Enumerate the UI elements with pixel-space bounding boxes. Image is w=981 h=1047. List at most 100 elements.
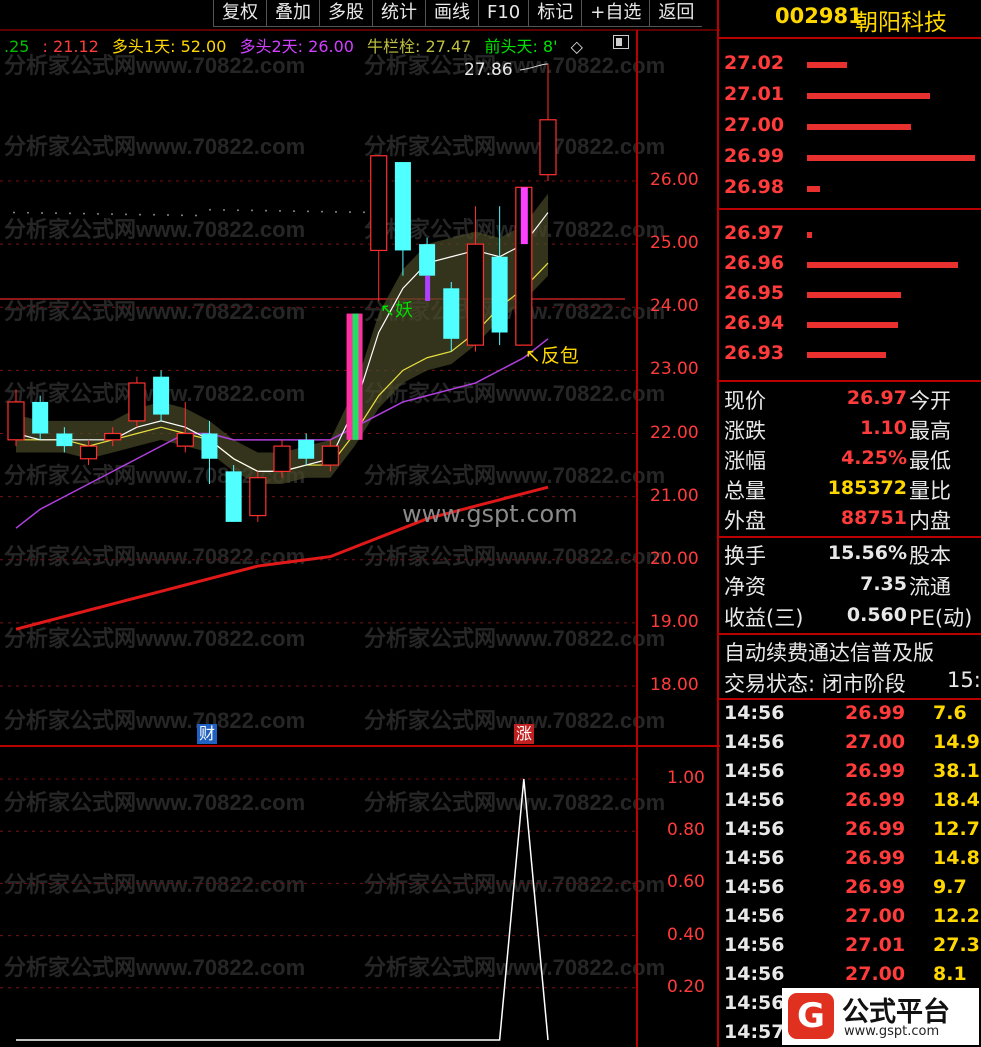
tick-time: 14:56 [724, 876, 785, 898]
dot [125, 213, 127, 216]
panel-toggle-icon[interactable] [613, 35, 629, 49]
dot [69, 212, 71, 215]
sub-tick: 1.00 [667, 768, 705, 788]
dot [279, 209, 281, 212]
watermark: 分析家公式网www.70822.com [4, 872, 305, 897]
candle-body [79, 445, 98, 460]
candle-body [394, 162, 411, 251]
bid-price: 26.97 [724, 222, 785, 244]
bid-volume-bar [807, 292, 902, 298]
dot [97, 212, 99, 215]
tick-vol: 8.1 [933, 963, 967, 985]
bid-price: 26.96 [724, 252, 785, 274]
stat-label: 涨跌 [724, 419, 766, 443]
watermark: 分析家公式网www.70822.com [364, 134, 665, 159]
price-tick: 23.00 [650, 359, 699, 380]
bid-volume-bar [807, 352, 886, 358]
center-watermark: www.gspt.com [402, 500, 578, 528]
candle-body [128, 382, 146, 422]
dot [251, 209, 253, 212]
candle-body [7, 401, 25, 441]
watermark: 分析家公式网www.70822.com [4, 790, 305, 815]
dot [111, 213, 113, 216]
watermark: 分析家公式网www.70822.com [364, 544, 665, 569]
price-tick: 22.00 [650, 422, 699, 443]
dot [237, 209, 239, 212]
stat-value: 7.35 [860, 573, 907, 595]
signal-line [16, 778, 549, 1041]
stat-value: 0.560 [846, 604, 907, 626]
dot [321, 210, 323, 213]
ind-d: 多头2天: 26.00 [239, 37, 354, 56]
ask-volume-bar [807, 93, 930, 99]
toolbar-btn-2[interactable]: 多股 [319, 0, 372, 27]
candle-body [153, 376, 170, 415]
candle-body [466, 243, 485, 346]
toolbar-btn-6[interactable]: 标记 [528, 0, 582, 27]
ask-volume-bar [807, 186, 821, 192]
price-tick: 19.00 [650, 611, 699, 632]
sub-tick: 0.80 [667, 820, 705, 841]
candle-body-inner [352, 313, 359, 440]
dot [153, 213, 155, 216]
toolbar-btn-4[interactable]: 画线 [425, 0, 478, 27]
dot [139, 213, 141, 216]
watermark: 分析家公式网www.70822.com [364, 790, 665, 815]
logo-g-icon: G [788, 993, 834, 1039]
stat-value: 4.25% [841, 447, 907, 469]
dot [55, 212, 57, 215]
tick-price: 27.00 [845, 963, 906, 985]
gspt-logo: G 公式平台 www.gspt.com [782, 988, 979, 1045]
candle-body [539, 119, 557, 176]
dot [167, 214, 169, 217]
dot [349, 211, 351, 214]
tick-price: 26.99 [845, 760, 906, 782]
bid-volume-bar [807, 322, 898, 328]
dot [293, 210, 295, 213]
watermark: 分析家公式网www.70822.com [4, 299, 305, 324]
tick-time: 14:56 [724, 789, 785, 811]
tick-price: 26.99 [845, 789, 906, 811]
ask-volume-bar [807, 62, 848, 68]
toolbar-btn-1[interactable]: 叠加 [266, 0, 319, 27]
stat-label: 现价 [724, 389, 766, 413]
tick-price: 27.01 [845, 934, 906, 956]
stat-value: 88751 [840, 507, 907, 529]
tick-price: 26.99 [845, 876, 906, 898]
price-tick: 21.00 [650, 485, 699, 506]
candle-body [370, 155, 388, 252]
ask-volume-bar [807, 124, 912, 130]
tick-vol: 18.4 [933, 789, 980, 811]
toolbar-btn-3[interactable]: 统计 [372, 0, 425, 27]
tick-price: 26.99 [845, 818, 906, 840]
tick-vol: 14.8 [933, 847, 980, 869]
accent-bar [520, 187, 528, 245]
marker-cai[interactable]: 财 [197, 724, 218, 744]
tick-vol: 38.1 [933, 760, 980, 782]
ask-price: 26.99 [724, 145, 785, 167]
price-tick: 26.00 [650, 170, 699, 190]
toolbar-btn-8[interactable]: 返回 [649, 0, 703, 27]
tick-price: 27.00 [845, 731, 906, 753]
tick-vol: 12.7 [933, 818, 980, 840]
candle-body [491, 256, 508, 333]
toolbar-btn-0[interactable]: 复权 [213, 0, 266, 27]
candle-body [201, 433, 218, 459]
price-tick: 24.00 [650, 296, 699, 317]
trade-state: 交易状态: 闭市阶段 [724, 672, 906, 696]
candle-body [176, 432, 194, 447]
toolbar-btn-5[interactable]: F10 [478, 0, 529, 27]
stock-code: 002981 [775, 4, 863, 28]
ask-price: 26.98 [724, 176, 785, 198]
kline-chart[interactable]: 分析家公式网www.70822.com 分析家公式网www.70822.com 分析… [0, 0, 720, 1047]
tick-time: 14:56 [724, 934, 785, 956]
tick-vol: 9.7 [933, 876, 967, 898]
stat-label: 涨幅 [724, 449, 766, 473]
stat-label-right: PE(动) [909, 606, 973, 630]
bid-price: 26.94 [724, 312, 785, 334]
marker-zhang[interactable]: 涨 [514, 724, 535, 744]
toolbar-btn-7[interactable]: +自选 [581, 0, 650, 27]
tick-time: 14:56 [724, 905, 785, 927]
dot [181, 214, 183, 217]
ask-price: 27.02 [724, 52, 785, 74]
